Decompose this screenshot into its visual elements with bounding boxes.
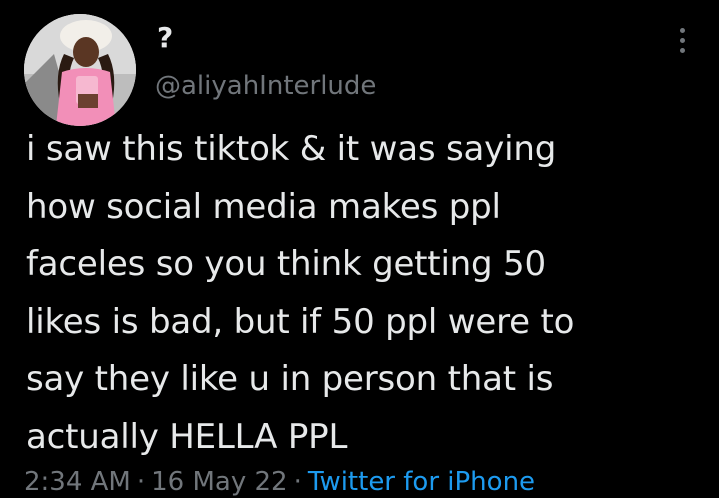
- separator: ·: [293, 467, 302, 497]
- more-options-button[interactable]: [668, 20, 696, 60]
- more-vertical-icon: [679, 27, 685, 33]
- tweet-text-line: likes is bad, but if 50 ppl were to: [26, 301, 575, 342]
- tweet-text-line: faceles so you think getting 50: [26, 244, 546, 284]
- tweet-time[interactable]: 2:34 AM: [24, 467, 131, 497]
- avatar-photo-icon: [24, 14, 136, 126]
- tweet-text-line: how social media makes ppl: [26, 186, 501, 227]
- tweet-text-line: i saw this tiktok & it was saying: [26, 129, 557, 169]
- separator: ·: [136, 467, 146, 497]
- author-avatar[interactable]: [24, 14, 136, 126]
- tweet-source-link[interactable]: Twitter for iPhone: [308, 467, 535, 497]
- tweet-text-line: actually HELLA PPL: [26, 416, 348, 457]
- author-display-name[interactable]: ?: [157, 22, 173, 54]
- tweet-date[interactable]: 16 May 22: [151, 467, 287, 497]
- author-handle[interactable]: @aliyahInterlude: [155, 70, 376, 102]
- tweet-card: ? @aliyahInterlude i saw this tiktok & i…: [0, 0, 719, 498]
- more-vertical-icon-dot: [679, 37, 685, 43]
- tweet-metadata: 2:34 AM · 16 May 22 · Twitter for iPhone: [24, 466, 535, 498]
- more-vertical-icon-dot: [679, 47, 685, 53]
- tweet-text: i saw this tiktok & it was saying how so…: [26, 121, 696, 466]
- tweet-text-line: say they like u in person that is: [26, 359, 554, 399]
